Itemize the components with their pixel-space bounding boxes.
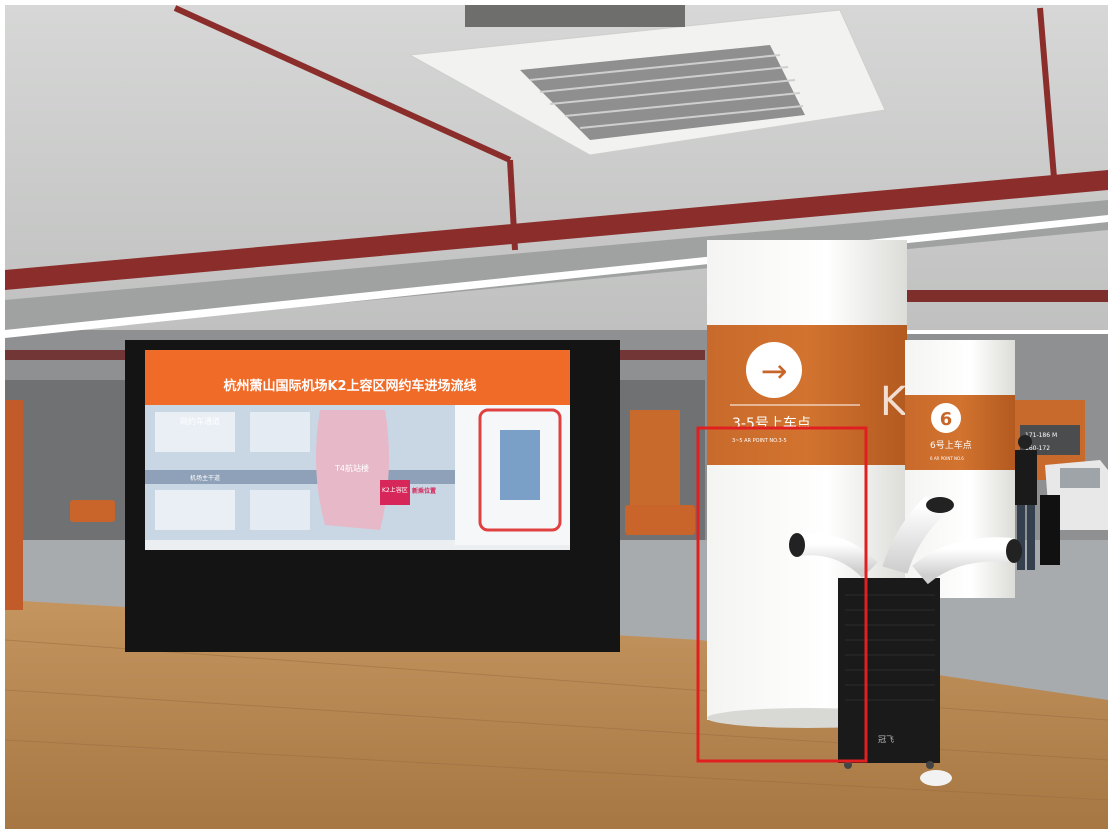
ac-brand: 冠飞 (878, 735, 894, 744)
pickup-number: 6 (940, 409, 953, 430)
terminal-label: T4航站楼 (334, 463, 369, 473)
pickup-number-sub: 6 AR POINT NO.6 (930, 456, 964, 461)
area-label: K2上容区 (382, 486, 408, 494)
led-sign: 杭州萧山国际机场K2上容区网约车进场流线 网约车通道 T4航站楼 K2上容区 新… (125, 340, 620, 652)
floor-socket (920, 770, 952, 786)
station-label: 新乘位置 (412, 487, 436, 495)
parking-garage-scene: 杭州萧山国际机场K2上容区网约车进场流线 网约车通道 T4航站楼 K2上容区 新… (0, 0, 1113, 834)
sign-title: 杭州萧山国际机场K2上容区网约车进场流线 (223, 378, 476, 394)
left-pillar (5, 400, 23, 610)
pickup-number-label: 6号上车点 (930, 439, 972, 451)
zone-letter: K (880, 379, 908, 425)
route-label: 网约车通道 (180, 416, 220, 426)
pickup-point-sub: 3~5 AR POINT NO.3-5 (732, 438, 787, 444)
road-label: 机场主干道 (190, 474, 220, 482)
distant-pillar (630, 410, 680, 520)
arrow-glyph: → (761, 352, 788, 390)
